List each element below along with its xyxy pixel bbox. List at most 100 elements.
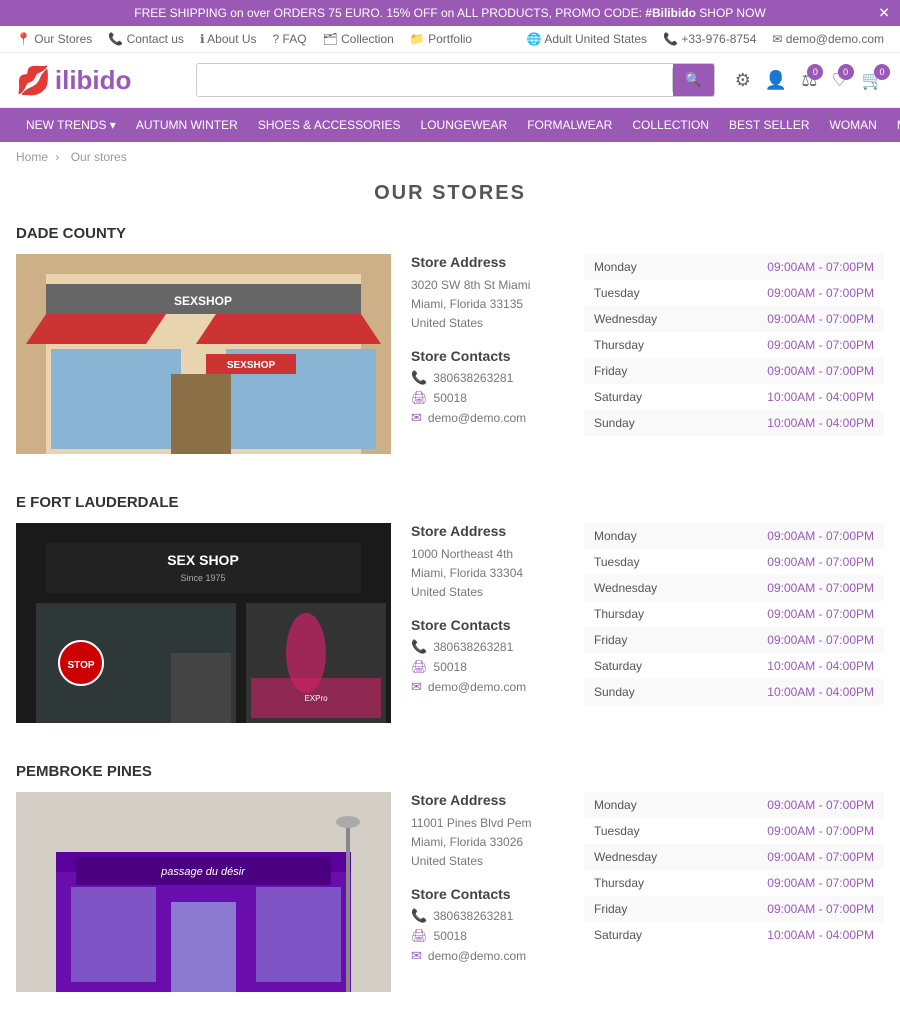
phone-icon-3: 📞 <box>411 908 427 924</box>
email-address: ✉ demo@demo.com <box>772 32 884 46</box>
fax-2: 🖨 50018 <box>411 659 564 675</box>
store-name-e-fort-lauderdale: E FORT LAUDERDALE <box>16 494 884 511</box>
account-icon[interactable]: 👤 <box>765 70 787 91</box>
breadcrumb-current: Our stores <box>71 150 127 164</box>
wishlist-icon[interactable]: ♡ 0 <box>831 70 847 91</box>
main-nav: NEW TRENDS ▾ AUTUMN WINTER SHOES & ACCES… <box>0 108 900 142</box>
search-input[interactable] <box>197 65 672 96</box>
schedule-row: Wednesday 09:00AM - 07:00PM <box>584 306 884 332</box>
contact-us-link[interactable]: 📞 Contact us <box>108 32 184 46</box>
header-icons: ⚙ 👤 ⚖ 0 ♡ 0 🛒 0 <box>735 70 884 91</box>
store-image-pembroke-pines: passage du désir <box>16 792 391 992</box>
email-1: ✉ demo@demo.com <box>411 410 564 426</box>
address-lines-1: 3020 SW 8th St Miami Miami, Florida 3313… <box>411 276 564 334</box>
svg-text:passage du désir: passage du désir <box>160 866 246 878</box>
compare-icon[interactable]: ⚖ 0 <box>801 70 817 91</box>
store-content-dade-county: SEXSHOP SEXSHOP Store Address 3020 S <box>16 254 884 454</box>
nav-best-seller[interactable]: BEST SELLER <box>719 108 819 142</box>
portfolio-link[interactable]: 📁 Portfolio <box>410 32 472 46</box>
our-stores-link[interactable]: 📍 Our Stores <box>16 32 92 46</box>
nav-new-trends[interactable]: NEW TRENDS ▾ <box>16 108 126 142</box>
schedule-row: Monday 09:00AM - 07:00PM <box>584 254 884 280</box>
page-title: OUR STORES <box>16 182 884 205</box>
address-label-3: Store Address <box>411 792 564 808</box>
banner-text: FREE SHIPPING on over ORDERS 75 EURO. 15… <box>134 6 766 20</box>
store-image-placeholder-1: SEXSHOP SEXSHOP <box>16 254 391 454</box>
logo[interactable]: 💋 ilibido <box>16 64 176 97</box>
search-bar: 🔍 <box>196 63 715 97</box>
schedule-row: Friday 09:00AM - 07:00PM <box>584 358 884 384</box>
email-icon-1: ✉ <box>411 410 422 426</box>
close-banner-button[interactable]: ✕ <box>878 5 890 22</box>
breadcrumb-home[interactable]: Home <box>16 150 48 164</box>
schedule-row: Tuesday 09:00AM - 07:00PM <box>584 818 884 844</box>
address-lines-2: 1000 Northeast 4th Miami, Florida 33304 … <box>411 545 564 603</box>
schedule-dade-county: Monday 09:00AM - 07:00PM Tuesday 09:00AM… <box>584 254 884 454</box>
breadcrumb: Home › Our stores <box>0 142 900 172</box>
fax-icon-1: 🖨 <box>411 390 428 406</box>
schedule-row: Thursday 09:00AM - 07:00PM <box>584 870 884 896</box>
cart-badge: 0 <box>874 64 890 80</box>
store-section-dade-county: DADE COUNTY SEX <box>16 225 884 454</box>
email-2: ✉ demo@demo.com <box>411 679 564 695</box>
about-us-link[interactable]: ℹ About Us <box>200 32 257 46</box>
cart-icon[interactable]: 🛒 0 <box>862 70 884 91</box>
nav-collection[interactable]: COLLECTION <box>622 108 719 142</box>
email-3: ✉ demo@demo.com <box>411 948 564 964</box>
svg-text:SEX SHOP: SEX SHOP <box>167 552 239 568</box>
store-image-dade-county: SEXSHOP SEXSHOP <box>16 254 391 454</box>
schedule-row: Monday 09:00AM - 07:00PM <box>584 523 884 549</box>
store-image-placeholder-2: SEX SHOP Since 1975 STOP <box>16 523 391 723</box>
schedule-row: Saturday 10:00AM - 04:00PM <box>584 653 884 679</box>
phone-number: 📞 +33-976-8754 <box>663 32 756 46</box>
phone-1: 📞 380638263281 <box>411 370 564 386</box>
schedule-pembroke-pines: Monday 09:00AM - 07:00PM Tuesday 09:00AM… <box>584 792 884 992</box>
phone-icon-2: 📞 <box>411 639 427 655</box>
top-bar: 📍 Our Stores 📞 Contact us ℹ About Us ? F… <box>0 26 900 53</box>
phone-3: 📞 380638263281 <box>411 908 564 924</box>
store-section-e-fort-lauderdale: E FORT LAUDERDALE SEX SHOP Since 1975 <box>16 494 884 723</box>
schedule-row: Saturday 10:00AM - 04:00PM <box>584 384 884 410</box>
wishlist-badge: 0 <box>838 64 854 80</box>
phone-2: 📞 380638263281 <box>411 639 564 655</box>
fax-1: 🖨 50018 <box>411 390 564 406</box>
contacts-label-2: Store Contacts <box>411 617 564 633</box>
svg-text:SEXSHOP: SEXSHOP <box>227 360 276 371</box>
store-content-e-fort-lauderdale: SEX SHOP Since 1975 STOP <box>16 523 884 723</box>
svg-text:EXPro: EXPro <box>304 694 328 703</box>
compare-badge: 0 <box>807 64 823 80</box>
schedule-row: Tuesday 09:00AM - 07:00PM <box>584 549 884 575</box>
store-info-dade-county: Store Address 3020 SW 8th St Miami Miami… <box>391 254 584 454</box>
svg-text:STOP: STOP <box>67 660 94 671</box>
store-name-dade-county: DADE COUNTY <box>16 225 884 242</box>
breadcrumb-separator: › <box>55 150 62 164</box>
svg-text:Since 1975: Since 1975 <box>180 573 225 583</box>
nav-man[interactable]: MAN <box>887 108 900 142</box>
nav-loungewear[interactable]: LOUNGEWEAR <box>411 108 518 142</box>
collection-link[interactable]: 🗂 Collection <box>323 32 394 46</box>
nav-woman[interactable]: WOMAN <box>820 108 887 142</box>
top-bar-left: 📍 Our Stores 📞 Contact us ℹ About Us ? F… <box>16 32 472 46</box>
fax-icon-3: 🖨 <box>411 928 428 944</box>
store-name-pembroke-pines: PEMBROKE PINES <box>16 763 884 780</box>
contacts-label-3: Store Contacts <box>411 886 564 902</box>
store-image-placeholder-3: passage du désir <box>16 792 391 992</box>
email-icon-2: ✉ <box>411 679 422 695</box>
top-bar-right: 🌐 Adult United States 📞 +33-976-8754 ✉ d… <box>527 32 884 46</box>
address-lines-3: 11001 Pines Blvd Pem Miami, Florida 3302… <box>411 814 564 872</box>
logo-text: ilibido <box>55 65 132 96</box>
nav-shoes-accessories[interactable]: SHOES & ACCESSORIES <box>248 108 411 142</box>
nav-autumn-winter[interactable]: AUTUMN WINTER <box>126 108 248 142</box>
schedule-row: Wednesday 09:00AM - 07:00PM <box>584 844 884 870</box>
schedule-e-fort-lauderdale: Monday 09:00AM - 07:00PM Tuesday 09:00AM… <box>584 523 884 723</box>
store-info-pembroke-pines: Store Address 11001 Pines Blvd Pem Miami… <box>391 792 584 992</box>
header: 💋 ilibido 🔍 ⚙ 👤 ⚖ 0 ♡ 0 🛒 0 <box>0 53 900 108</box>
schedule-row: Thursday 09:00AM - 07:00PM <box>584 601 884 627</box>
store-section-pembroke-pines: PEMBROKE PINES passage du désir <box>16 763 884 992</box>
nav-formalwear[interactable]: FORMALWEAR <box>517 108 622 142</box>
region-selector[interactable]: 🌐 Adult United States <box>527 32 647 46</box>
faq-link[interactable]: ? FAQ <box>273 32 307 46</box>
schedule-row: Sunday 10:00AM - 04:00PM <box>584 679 884 705</box>
settings-icon[interactable]: ⚙ <box>735 70 751 91</box>
search-button[interactable]: 🔍 <box>673 64 714 96</box>
